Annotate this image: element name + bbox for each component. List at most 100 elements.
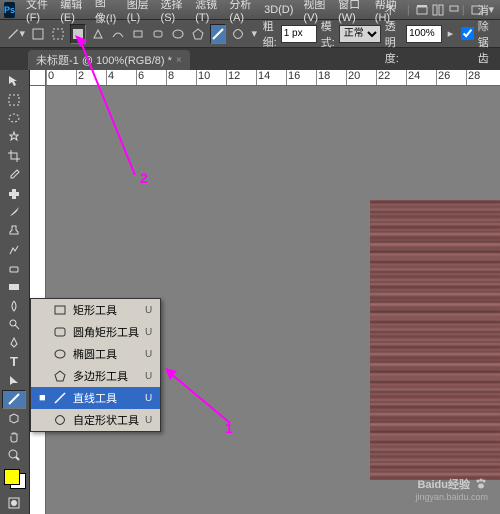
menu-3d[interactable]: 3D(D) — [259, 2, 298, 18]
opacity-input[interactable] — [406, 25, 442, 43]
ellipse-shape-icon[interactable] — [170, 24, 186, 44]
line-shape-icon[interactable] — [210, 24, 226, 44]
quickmask-tool[interactable] — [2, 493, 26, 512]
ruler-mark: 20 — [346, 70, 376, 85]
tool-preset-icon[interactable]: ▾ — [6, 24, 26, 44]
flyout-custom-shape-tool[interactable]: 自定形状工具 U — [31, 409, 160, 431]
mode-label: 模式: — [321, 18, 335, 50]
flyout-item-key: U — [145, 305, 152, 316]
flyout-line-tool[interactable]: ■ 直线工具 U — [31, 387, 160, 409]
menu-separator-2: | — [462, 4, 465, 16]
menu-window[interactable]: 窗口(W) — [333, 0, 370, 26]
pen-icon[interactable] — [90, 24, 106, 44]
ruler-mark: 16 — [286, 70, 316, 85]
flyout-item-label: 圆角矩形工具 — [73, 324, 139, 340]
mode-select[interactable]: 正常 — [339, 25, 381, 43]
crop-tool[interactable] — [2, 147, 26, 166]
rect-shape-icon[interactable] — [130, 24, 146, 44]
history-icon[interactable] — [432, 3, 444, 17]
document-tab[interactable]: 未标题-1 @ 100%(RGB/8) * × — [28, 50, 190, 70]
toolbox: T — [0, 70, 30, 514]
eraser-tool[interactable] — [2, 259, 26, 278]
flyout-rectangle-tool[interactable]: 矩形工具 U — [31, 299, 160, 321]
blur-tool[interactable] — [2, 296, 26, 315]
polygon-shape-icon[interactable] — [190, 24, 206, 44]
flyout-item-label: 椭圆工具 — [73, 346, 117, 362]
zoom-icon[interactable] — [448, 3, 460, 17]
menu-edit[interactable]: 编辑(E) — [55, 0, 90, 26]
ruler-mark: 24 — [406, 70, 436, 85]
menu-filter[interactable]: 滤镜(T) — [190, 0, 224, 26]
shape-tool-flyout: 矩形工具 U 圆角矩形工具 U 椭圆工具 U 多边形工具 U ■ 直线工具 U … — [30, 298, 161, 432]
pen-tool[interactable] — [2, 334, 26, 353]
ellipse-icon — [53, 347, 67, 361]
move-tool[interactable] — [2, 72, 26, 91]
fill-pixels-icon[interactable] — [70, 24, 86, 44]
menu-select[interactable]: 选择(S) — [156, 0, 191, 26]
rrect-shape-icon[interactable] — [150, 24, 166, 44]
shape-options-dropdown-icon[interactable]: ▾ — [250, 24, 259, 44]
brush-tool[interactable] — [2, 203, 26, 222]
workspace: T 0 2 4 6 8 10 12 14 16 18 20 22 24 26 — [0, 70, 500, 514]
ruler-mark: 8 — [166, 70, 196, 85]
flyout-polygon-tool[interactable]: 多边形工具 U — [31, 365, 160, 387]
flyout-item-label: 直线工具 — [73, 390, 117, 406]
annotation-label-1: 1 — [225, 420, 233, 436]
3d-tool[interactable] — [2, 409, 26, 428]
menu-bar: Ps 文件(F) 编辑(E) 图像(I) 图层(L) 选择(S) 滤镜(T) 分… — [0, 0, 500, 20]
antialias-label: 消除锯齿 — [478, 2, 494, 66]
flyout-item-key: U — [145, 393, 152, 404]
menu-file[interactable]: 文件(F) — [21, 0, 55, 26]
flyout-ellipse-tool[interactable]: 椭圆工具 U — [31, 343, 160, 365]
ruler-mark: 14 — [256, 70, 286, 85]
marquee-tool[interactable] — [2, 91, 26, 110]
options-bar: ▾ ▾ 粗细: 模式: 正常 不透明度: ▸ 消除锯齿 — [0, 20, 500, 48]
menu-analysis[interactable]: 分析(A) — [224, 0, 259, 26]
canvas-area[interactable]: 0 2 4 6 8 10 12 14 16 18 20 22 24 26 28 — [30, 70, 500, 514]
paw-icon — [474, 477, 488, 491]
type-tool[interactable]: T — [2, 353, 26, 372]
ruler-mark: 22 — [376, 70, 406, 85]
flyout-item-key: U — [145, 327, 152, 338]
close-icon[interactable]: × — [176, 55, 182, 66]
canvas-image — [370, 200, 500, 480]
antialias-checkbox[interactable] — [461, 27, 474, 40]
flyout-item-key: U — [145, 349, 152, 360]
eyedropper-tool[interactable] — [2, 166, 26, 185]
shape-layers-icon[interactable] — [30, 24, 46, 44]
dodge-tool[interactable] — [2, 315, 26, 334]
stamp-tool[interactable] — [2, 222, 26, 241]
menu-layer[interactable]: 图层(L) — [122, 0, 156, 26]
lasso-tool[interactable] — [2, 109, 26, 128]
flyout-rounded-rect-tool[interactable]: 圆角矩形工具 U — [31, 321, 160, 343]
ruler-mark: 0 — [46, 70, 76, 85]
flyout-bullet: ■ — [39, 392, 47, 404]
custom-shape-icon[interactable] — [230, 24, 246, 44]
history-brush-tool[interactable] — [2, 240, 26, 259]
color-swatches[interactable] — [4, 469, 26, 489]
menu-separator: | — [407, 4, 410, 16]
hand-tool[interactable] — [2, 427, 26, 446]
line-icon — [53, 391, 67, 405]
opacity-dropdown-icon[interactable]: ▸ — [446, 24, 455, 44]
foreground-color[interactable] — [4, 469, 20, 485]
feather-input[interactable] — [281, 25, 317, 43]
ruler-horizontal[interactable]: 0 2 4 6 8 10 12 14 16 18 20 22 24 26 28 — [46, 70, 500, 86]
paths-icon[interactable] — [50, 24, 66, 44]
watermark-brand: Baidu经验 — [417, 476, 470, 492]
gradient-tool[interactable] — [2, 278, 26, 297]
rect-icon — [53, 303, 67, 317]
healing-tool[interactable] — [2, 184, 26, 203]
zoom-tool[interactable] — [2, 446, 26, 465]
path-select-tool[interactable] — [2, 371, 26, 390]
ruler-mark: 6 — [136, 70, 166, 85]
freeform-pen-icon[interactable] — [110, 24, 126, 44]
annotation-label-2: 2 — [140, 170, 148, 186]
wand-tool[interactable] — [2, 128, 26, 147]
flyout-item-key: U — [145, 371, 152, 382]
shape-tool[interactable] — [2, 390, 26, 409]
bridge-icon[interactable] — [416, 3, 428, 17]
ruler-mark: 4 — [106, 70, 136, 85]
ruler-mark: 26 — [436, 70, 466, 85]
ruler-mark: 18 — [316, 70, 346, 85]
